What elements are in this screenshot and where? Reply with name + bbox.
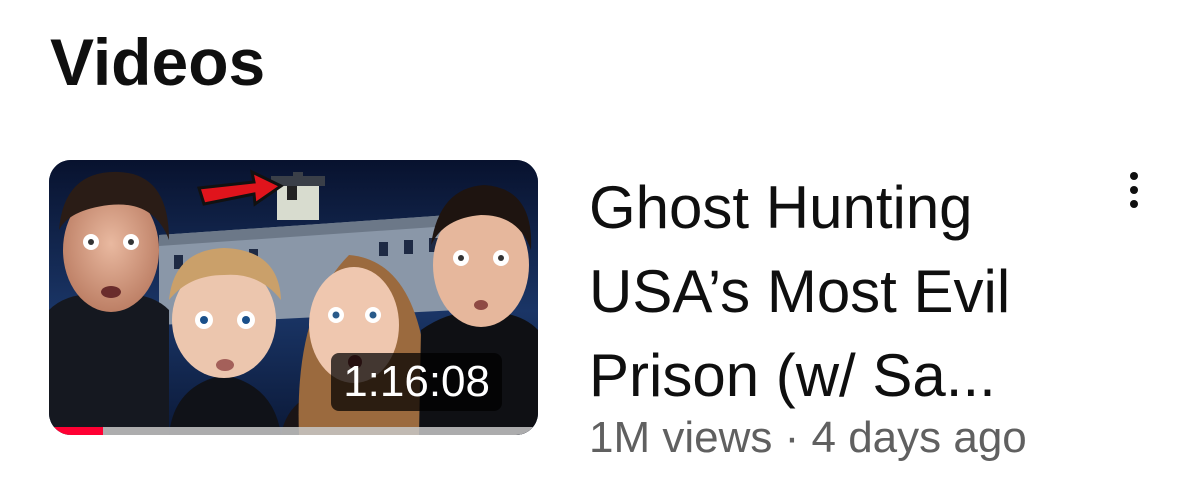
section-title: Videos: [50, 25, 266, 99]
upload-age: 4 days ago: [811, 413, 1027, 462]
video-meta[interactable]: Ghost Hunting USA’s Most Evil Prison (w/…: [589, 166, 1109, 466]
stats-separator: ·: [784, 413, 800, 462]
video-title-line-3: Prison (w/ Sa...: [589, 342, 996, 409]
video-thumbnail[interactable]: 1:16:08: [49, 160, 538, 435]
view-count: 1M views: [589, 413, 773, 462]
video-title[interactable]: Ghost Hunting USA’s Most Evil Prison (w/…: [589, 166, 1109, 418]
video-title-line-1: Ghost Hunting: [589, 174, 973, 241]
duration-badge: 1:16:08: [331, 353, 502, 411]
videos-page: Videos 1:16:08 Ghost Hunting USA’s Most …: [0, 0, 1200, 491]
video-list-item[interactable]: 1:16:08 Ghost Hunting USA’s Most Evil Pr…: [49, 160, 1169, 462]
video-title-line-2: USA’s Most Evil: [589, 258, 1011, 325]
watch-progress-bar: [49, 427, 538, 435]
more-vert-icon-dot-3: [1130, 200, 1138, 208]
more-options-button[interactable]: [1119, 166, 1149, 214]
more-vert-icon-dot-2: [1130, 186, 1138, 194]
video-stats: 1M views · 4 days ago: [589, 410, 1109, 466]
watch-progress-fill: [49, 427, 103, 435]
more-vert-icon: [1130, 172, 1138, 180]
